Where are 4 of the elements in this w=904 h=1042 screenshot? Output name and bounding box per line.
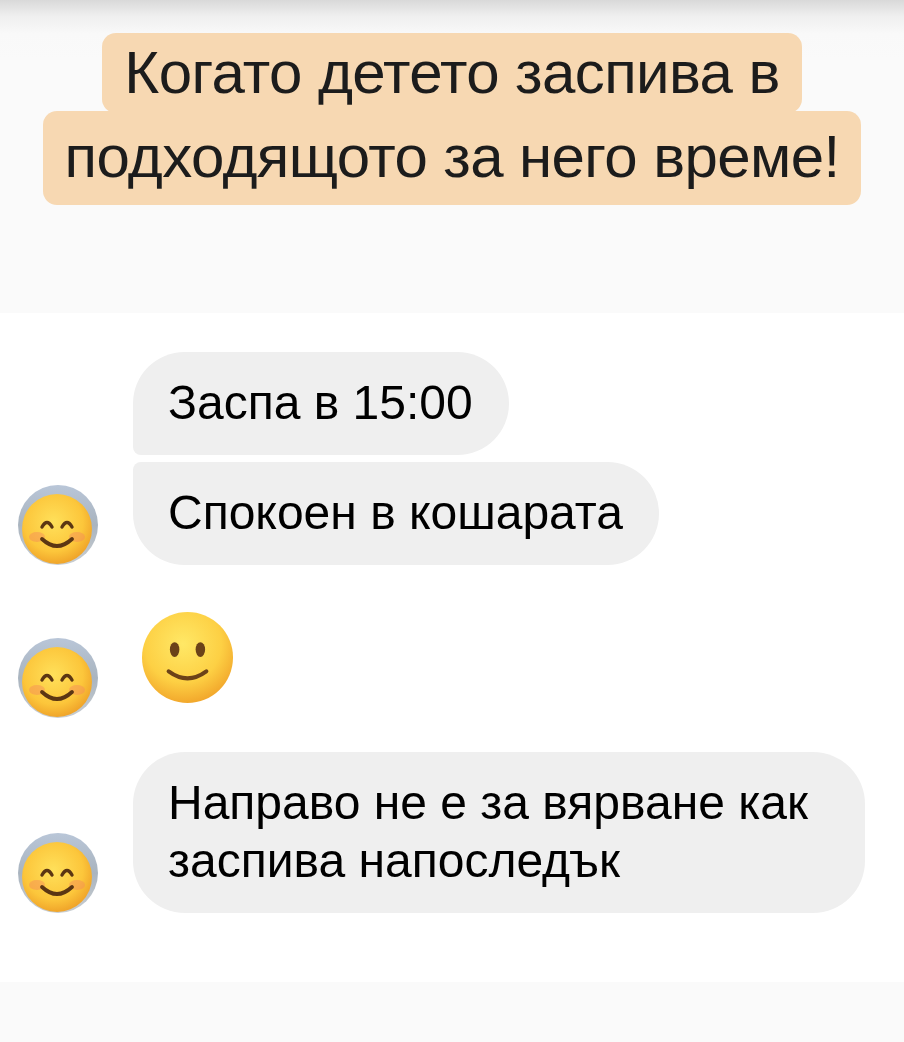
smiling-face-icon: [142, 612, 233, 703]
message-bubble: Заспа в 15:00: [133, 352, 509, 455]
message-bubble: Спокоен в кошарата: [133, 462, 659, 565]
message-bubble: Направо не е за вярване как заспива напоследък: [133, 752, 865, 913]
